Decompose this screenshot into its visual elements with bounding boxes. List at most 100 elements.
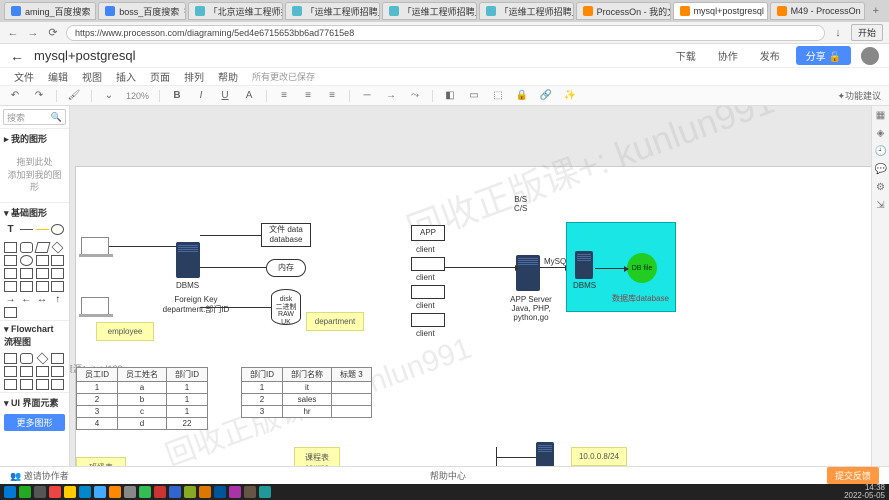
nav-forward-icon[interactable]: → bbox=[26, 26, 40, 40]
shape-10[interactable] bbox=[36, 281, 49, 292]
fc-shape-5[interactable] bbox=[4, 366, 17, 377]
doc-title[interactable]: mysql+postgresql bbox=[34, 48, 136, 63]
laptop-icon[interactable] bbox=[81, 237, 109, 255]
fill-icon[interactable]: ◧ bbox=[443, 89, 457, 103]
shape-12[interactable] bbox=[4, 307, 17, 318]
menu-排列[interactable]: 排列 bbox=[184, 69, 204, 84]
share-button[interactable]: 分享 🔓 bbox=[796, 46, 851, 65]
arrow-u-shape[interactable]: ↑ bbox=[51, 294, 64, 305]
paint-icon[interactable]: 🖌 bbox=[67, 89, 81, 103]
align-left-icon[interactable]: ≡ bbox=[277, 89, 291, 103]
redo-icon[interactable]: ↷ bbox=[32, 89, 46, 103]
highlight-shape[interactable] bbox=[36, 229, 49, 240]
server-icon[interactable] bbox=[176, 242, 200, 278]
url-input[interactable]: https://www.processon.com/diagraming/5ed… bbox=[66, 25, 825, 41]
lock-icon[interactable]: 🔒 bbox=[515, 89, 529, 103]
task-icon-17[interactable] bbox=[259, 486, 271, 498]
bold-icon[interactable]: B bbox=[170, 89, 184, 103]
shape-search-input[interactable]: 搜索🔍 bbox=[3, 109, 66, 125]
nav-back-icon[interactable]: ← bbox=[6, 26, 20, 40]
menu-插入[interactable]: 插入 bbox=[116, 69, 136, 84]
nav-icon[interactable]: ▦ bbox=[875, 110, 887, 122]
flowchart-header[interactable]: ▾ Flowchart 流程图 bbox=[0, 320, 69, 351]
fc-shape-7[interactable] bbox=[36, 366, 49, 377]
shape-4[interactable] bbox=[4, 268, 17, 279]
layer-icon[interactable]: ⬚ bbox=[491, 89, 505, 103]
roundrect-shape[interactable] bbox=[20, 242, 33, 253]
browser-tab[interactable]: ProcessOn - 我的文件× bbox=[576, 2, 671, 20]
client-box-3[interactable] bbox=[411, 285, 445, 299]
diamond-shape[interactable] bbox=[52, 241, 64, 253]
shape-6[interactable] bbox=[36, 268, 49, 279]
my-shapes-header[interactable]: ▸ 我的图形 bbox=[0, 128, 69, 148]
filedb-box[interactable]: 文件 datadatabase bbox=[261, 223, 311, 247]
line-icon[interactable]: ─ bbox=[360, 89, 374, 103]
appserver-icon[interactable] bbox=[516, 255, 540, 291]
shape-3[interactable] bbox=[51, 255, 64, 266]
menu-帮助[interactable]: 帮助 bbox=[218, 69, 238, 84]
browser-tab[interactable]: 「运维工程师招聘」× bbox=[382, 2, 477, 20]
task-icon-15[interactable] bbox=[229, 486, 241, 498]
underline-icon[interactable]: U bbox=[218, 89, 232, 103]
more-shapes-button[interactable]: 更多图形 bbox=[4, 414, 65, 431]
browser-tab[interactable]: 「北京运维工程师招× bbox=[188, 2, 283, 20]
comment-icon[interactable]: 💬 bbox=[875, 164, 887, 176]
canvas[interactable]: 回收正版课+: kunlun991 回收正版课+: kunlun991 海量资源… bbox=[70, 106, 889, 476]
task-icon-16[interactable] bbox=[244, 486, 256, 498]
export-icon[interactable]: ⇲ bbox=[875, 200, 887, 212]
collab-button[interactable]: 协作 bbox=[712, 46, 744, 65]
task-icon-2[interactable] bbox=[34, 486, 46, 498]
doc-back-icon[interactable]: ← bbox=[10, 48, 24, 64]
employee-table[interactable]: 员工ID员工姓名部门ID1a12b13c14d22 bbox=[76, 367, 208, 430]
download-icon[interactable]: ↓ bbox=[831, 26, 845, 40]
department-table[interactable]: 部门ID部门名称标题 31it2sales3hr bbox=[241, 367, 372, 418]
task-icon-1[interactable] bbox=[19, 486, 31, 498]
menu-页面[interactable]: 页面 bbox=[150, 69, 170, 84]
fc-shape-6[interactable] bbox=[20, 366, 33, 377]
laptop-icon-2[interactable] bbox=[81, 297, 109, 315]
italic-icon[interactable]: I bbox=[194, 89, 208, 103]
client-box-2[interactable] bbox=[411, 257, 445, 271]
task-icon-4[interactable] bbox=[64, 486, 76, 498]
browser-tab[interactable]: 「运维工程师招聘」× bbox=[479, 2, 574, 20]
fc-shape-4[interactable] bbox=[51, 353, 64, 364]
client-box-4[interactable] bbox=[411, 313, 445, 327]
task-icon-10[interactable] bbox=[154, 486, 166, 498]
tab-close-icon[interactable]: × bbox=[95, 6, 97, 17]
history-icon[interactable]: 🕘 bbox=[875, 146, 887, 158]
link-icon[interactable]: 🔗 bbox=[539, 89, 553, 103]
nav-reload-icon[interactable]: ⟳ bbox=[46, 26, 60, 40]
task-icon-14[interactable] bbox=[214, 486, 226, 498]
browser-start-button[interactable]: 开始 bbox=[851, 24, 883, 41]
shape-2[interactable] bbox=[36, 255, 49, 266]
new-tab-button[interactable]: + bbox=[867, 5, 885, 17]
stroke-icon[interactable]: ▭ bbox=[467, 89, 481, 103]
shape-dropzone[interactable]: 拖到此处添加到我的图形 bbox=[0, 148, 69, 202]
disk-cylinder[interactable]: disk二进制RAWUK bbox=[271, 289, 301, 325]
help-link[interactable]: 帮助中心 bbox=[430, 469, 466, 482]
feedback-button[interactable]: 提交反馈 bbox=[827, 467, 879, 484]
magic-icon[interactable]: ✨ bbox=[563, 89, 577, 103]
task-icon-12[interactable] bbox=[184, 486, 196, 498]
fc-shape-12[interactable] bbox=[51, 379, 64, 390]
menu-编辑[interactable]: 编辑 bbox=[48, 69, 68, 84]
rect-shape[interactable] bbox=[4, 242, 17, 253]
task-icon-6[interactable] bbox=[94, 486, 106, 498]
shape-7[interactable] bbox=[51, 268, 64, 279]
fc-shape-2[interactable] bbox=[20, 353, 33, 364]
task-icon-8[interactable] bbox=[124, 486, 136, 498]
line-shape[interactable] bbox=[20, 229, 33, 240]
browser-tab[interactable]: M49 - ProcessOn× bbox=[770, 2, 865, 20]
shape-1[interactable] bbox=[4, 255, 17, 266]
browser-tab[interactable]: boss_百度搜索× bbox=[98, 2, 185, 20]
arrow-icon[interactable]: → bbox=[384, 89, 398, 103]
arrow-l-shape[interactable]: ← bbox=[20, 294, 33, 305]
publish-button[interactable]: 发布 bbox=[754, 46, 786, 65]
zoom-label[interactable]: 120% bbox=[126, 91, 149, 101]
parallelogram-shape[interactable] bbox=[34, 242, 50, 253]
fc-shape-9[interactable] bbox=[4, 379, 17, 390]
tab-close-icon[interactable]: × bbox=[183, 6, 185, 17]
fc-shape-1[interactable] bbox=[4, 353, 17, 364]
user-avatar[interactable] bbox=[861, 47, 879, 65]
browser-tab[interactable]: mysql+postgresql× bbox=[673, 2, 768, 20]
